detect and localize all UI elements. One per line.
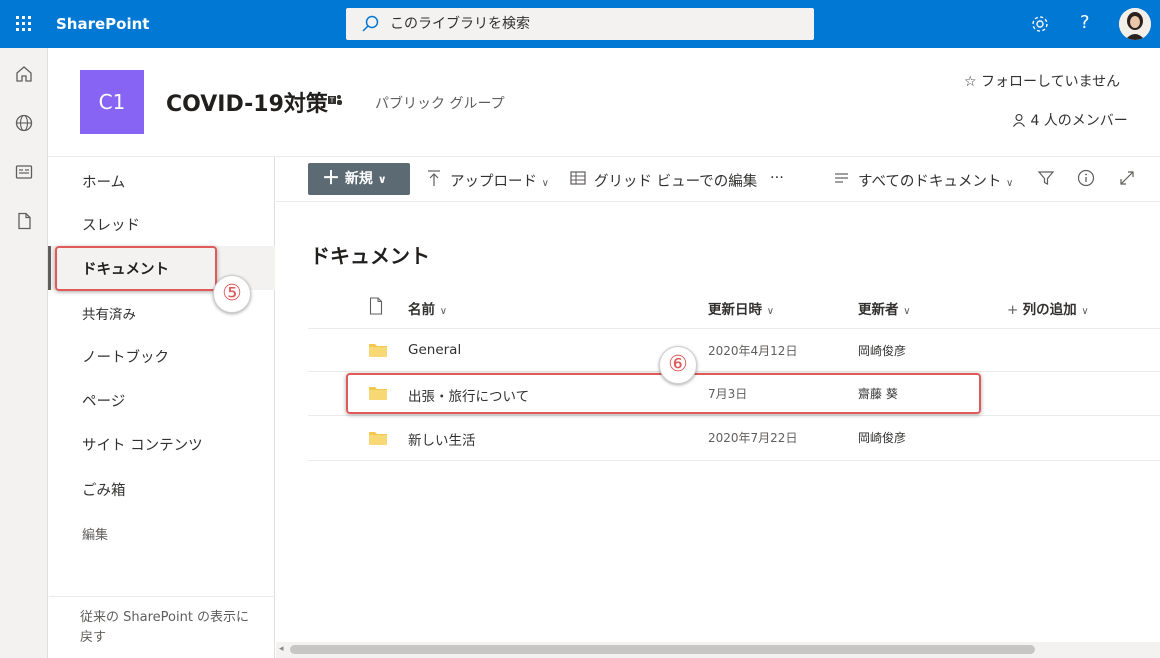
nav-active-indicator — [48, 246, 51, 290]
callout-box-5 — [55, 246, 217, 291]
info-icon[interactable] — [1076, 168, 1096, 188]
nav-item-pages[interactable]: ページ — [82, 390, 125, 411]
row-modified-by[interactable]: 岡崎俊彦 — [858, 342, 906, 359]
view-list-icon — [835, 173, 848, 183]
svg-text:T: T — [329, 97, 335, 105]
row-modified-by[interactable]: 岡崎俊彦 — [858, 429, 906, 446]
nav-item-home[interactable]: ホーム — [82, 171, 125, 192]
more-options-button[interactable]: ··· — [770, 170, 784, 186]
callout-number-6: ⑥ — [659, 346, 697, 384]
nav-divider — [49, 596, 275, 597]
avatar[interactable] — [1119, 8, 1151, 40]
nav-item-shared[interactable]: 共有済み — [82, 303, 136, 323]
members-button[interactable]: 4 人のメンバー — [1012, 110, 1128, 130]
view-selector[interactable]: すべてのドキュメント ∨ — [858, 170, 1013, 191]
follow-label: フォローしていません — [981, 74, 1121, 90]
folder-icon — [369, 344, 387, 357]
new-button[interactable]: ＋ 新規 ∨ — [308, 163, 410, 195]
news-icon[interactable] — [14, 162, 34, 182]
filter-icon[interactable] — [1036, 168, 1056, 188]
callout-number-5: ⑤ — [213, 275, 251, 313]
plus-icon: ＋ — [322, 168, 340, 189]
chevron-down-icon: ∨ — [377, 173, 387, 186]
person-icon — [1013, 113, 1025, 127]
search-icon — [362, 15, 379, 32]
library-title: ドキュメント — [310, 244, 430, 268]
chevron-down-icon: ∨ — [541, 178, 549, 189]
teams-icon[interactable]: T — [327, 92, 343, 108]
upload-label: アップロード — [450, 174, 537, 190]
chevron-down-icon: ∨ — [1006, 178, 1014, 189]
row-divider — [308, 460, 1160, 461]
nav-item-site-contents[interactable]: サイト コンテンツ — [82, 434, 203, 455]
search-input[interactable]: このライブラリを検索 — [346, 8, 814, 40]
site-logo[interactable]: C1 — [80, 70, 144, 134]
expand-icon[interactable] — [1117, 168, 1137, 188]
grid-edit-button[interactable]: グリッド ビューでの編集 — [594, 170, 757, 191]
row-modified: 2020年7月22日 — [708, 431, 798, 445]
site-title[interactable]: COVID-19対策 — [166, 86, 328, 118]
column-name-label: 名前 — [408, 302, 435, 318]
chevron-down-icon: ∨ — [766, 306, 775, 317]
group-type-label: パブリック グループ — [375, 96, 505, 112]
callout-box-6 — [346, 373, 981, 414]
follow-button[interactable]: ☆ フォローしていません — [964, 71, 1120, 91]
nav-item-conversations[interactable]: スレッド — [82, 214, 140, 235]
app-rail — [0, 48, 48, 658]
file-type-icon[interactable] — [368, 297, 384, 315]
members-label: 4 人のメンバー — [1030, 113, 1128, 129]
star-icon: ☆ — [964, 74, 982, 90]
add-column-button[interactable]: + 列の追加 ∨ — [1007, 298, 1089, 318]
column-header-modified[interactable]: 更新日時 ∨ — [708, 298, 774, 318]
chevron-down-icon: ∨ — [439, 306, 448, 317]
scroll-left-arrow-icon[interactable]: ◂ — [279, 644, 284, 654]
new-button-label: 新規 — [344, 171, 373, 187]
upload-icon — [428, 170, 440, 186]
home-icon[interactable] — [14, 64, 34, 84]
nav-item-notebook[interactable]: ノートブック — [82, 346, 169, 367]
classic-view-link[interactable]: 従来の SharePoint の表示に戻す — [80, 608, 260, 648]
view-label: すべてのドキュメント — [858, 174, 1002, 190]
help-icon[interactable]: ? — [1080, 12, 1096, 34]
row-name[interactable]: 新しい生活 — [408, 429, 476, 449]
column-header-name[interactable]: 名前 ∨ — [408, 298, 447, 318]
row-modified: 2020年4月12日 — [708, 344, 798, 358]
gear-icon[interactable] — [1030, 14, 1050, 34]
app-launcher-icon[interactable] — [16, 16, 32, 32]
folder-icon — [369, 432, 387, 445]
scrollbar-thumb[interactable] — [290, 645, 1035, 654]
add-column-label: 列の追加 — [1022, 302, 1077, 318]
grid-icon — [570, 171, 586, 185]
globe-icon[interactable] — [14, 113, 34, 133]
column-header-modified-by[interactable]: 更新者 ∨ — [858, 298, 911, 318]
column-modified-by-label: 更新者 — [858, 302, 899, 318]
nav-item-recycle-bin[interactable]: ごみ箱 — [82, 479, 126, 500]
nav-edit-link[interactable]: 編集 — [82, 524, 108, 543]
upload-button[interactable]: アップロード ∨ — [450, 170, 549, 191]
plus-icon: + — [1007, 302, 1023, 318]
column-modified-label: 更新日時 — [708, 302, 762, 318]
app-name[interactable]: SharePoint — [56, 15, 149, 33]
row-name[interactable]: General — [408, 342, 461, 358]
chevron-down-icon: ∨ — [1081, 306, 1089, 317]
user-photo-icon — [1119, 8, 1151, 40]
chevron-down-icon: ∨ — [903, 306, 911, 317]
document-icon[interactable] — [14, 211, 34, 231]
